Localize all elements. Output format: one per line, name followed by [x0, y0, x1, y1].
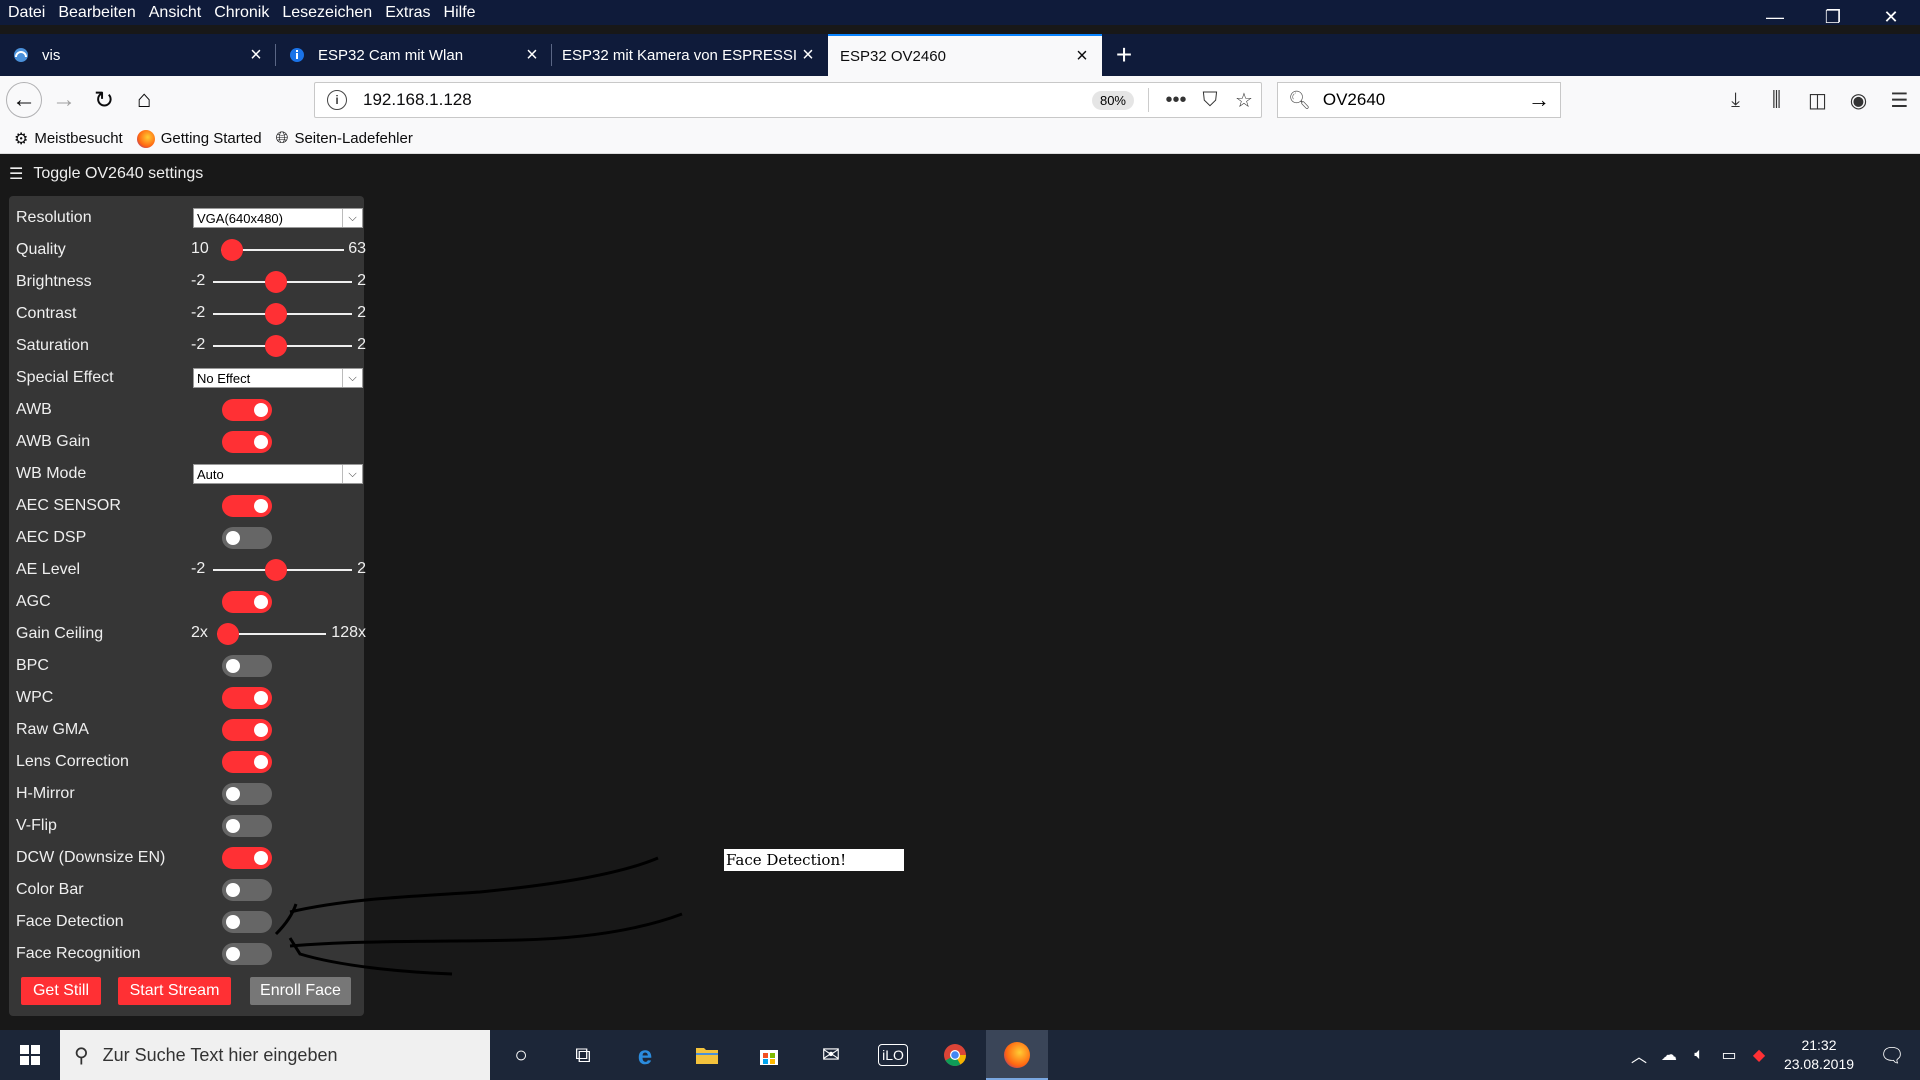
menu-bearbeiten[interactable]: Bearbeiten [58, 4, 135, 22]
taskbar: ⚲ Zur Suche Text hier eingeben ○ ⧉ e ✉ i… [0, 1030, 1920, 1080]
restore-button[interactable]: ❐ [1804, 0, 1862, 34]
close-tab-icon[interactable]: × [1072, 45, 1092, 68]
battery-icon[interactable]: ▭ [1714, 1045, 1744, 1065]
gauge-icon [12, 46, 30, 64]
gear-icon: ⚙ [14, 130, 29, 148]
bookmark-seiten-ladefehler[interactable]: 🌐︎ Seiten-Ladefehler [276, 130, 413, 148]
account-icon[interactable]: ◉ [1838, 88, 1879, 113]
bookmarks-toolbar: ⚙ Meistbesucht Getting Started 🌐︎ Seiten… [0, 124, 1920, 154]
tab-title: ESP32 mit Kamera von ESPRESSIF u [562, 46, 798, 64]
chrome-icon[interactable] [924, 1030, 986, 1080]
firefox-icon [136, 129, 155, 148]
tab-vis[interactable]: vis × [0, 34, 276, 76]
hand-drawn-arrow [274, 856, 683, 976]
edge-icon[interactable]: e [614, 1030, 676, 1080]
volume-icon[interactable]: 🔈︎ [1684, 1046, 1714, 1064]
firefox-icon [1004, 1042, 1030, 1068]
system-tray: ︿ ☁ 🔈︎ ▭ ◆ 21:32 23.08.2019 🗨︎ [1624, 1030, 1920, 1080]
ilo-icon[interactable]: iLO [862, 1030, 924, 1080]
ilo-label: iLO [878, 1044, 908, 1066]
chevron-up-icon[interactable]: ︿ [1624, 1043, 1654, 1067]
search-icon: ⚲ [74, 1044, 89, 1067]
bookmark-getting-started[interactable]: Getting Started [136, 129, 262, 148]
new-tab-icon[interactable]: + [1102, 34, 1146, 76]
home-icon[interactable]: ⌂ [126, 82, 162, 118]
tab-espressif[interactable]: ESP32 mit Kamera von ESPRESSIF u × [552, 34, 828, 76]
close-tab-icon[interactable]: × [522, 44, 542, 67]
page-content: ☰ Toggle OV2640 settings Resolution VGA(… [0, 154, 1920, 1030]
nav-bar: ← → ↻ ⌂ i 192.168.1.128 80% ••• ⛉ ☆ 🔍︎ O… [0, 76, 1920, 124]
clock[interactable]: 21:32 23.08.2019 [1774, 1036, 1864, 1074]
bookmark-meistbesucht[interactable]: ⚙ Meistbesucht [14, 129, 123, 149]
tab-title: ESP32 Cam mit Wlan [318, 46, 464, 64]
zoom-badge[interactable]: 80% [1091, 90, 1134, 110]
bookmark-label: Seiten-Ladefehler [294, 130, 413, 147]
hamburger-menu-icon[interactable]: ☰ [1879, 88, 1920, 113]
url-text[interactable]: 192.168.1.128 [363, 90, 1092, 110]
reload-icon[interactable]: ↻ [86, 82, 122, 118]
start-button[interactable] [0, 1030, 60, 1080]
cloud-icon[interactable]: ☁ [1654, 1045, 1684, 1065]
search-go-icon[interactable]: → [1528, 87, 1550, 113]
windows-logo-icon [20, 1045, 40, 1065]
more-actions-icon[interactable]: ••• [1159, 89, 1193, 112]
library-icon[interactable]: ⫼ [1756, 89, 1797, 112]
site-info-icon[interactable]: i [327, 90, 347, 110]
window-controls: — ❐ ✕ [1746, 0, 1920, 34]
forward-arrow-icon[interactable]: → [46, 82, 82, 118]
bookmark-label: Getting Started [160, 130, 262, 147]
star-bookmark-icon[interactable]: ☆ [1227, 88, 1261, 113]
toolbar-right: ⤓ ⫼ ◫ ◉ ☰ [1715, 82, 1920, 118]
tab-esp32-ov2460[interactable]: ESP32 OV2460 × [828, 34, 1102, 76]
clock-time: 21:32 [1801, 1037, 1837, 1053]
search-input[interactable]: OV2640 [1323, 90, 1528, 110]
pocket-icon[interactable]: ⛉ [1193, 89, 1227, 112]
download-icon[interactable]: ⤓ [1715, 89, 1756, 112]
clock-date: 23.08.2019 [1783, 1056, 1855, 1072]
store-icon[interactable] [738, 1030, 800, 1080]
taskbar-search[interactable]: ⚲ Zur Suche Text hier eingeben [60, 1030, 490, 1080]
info-icon [288, 46, 306, 64]
sidebar-icon[interactable]: ◫ [1797, 88, 1838, 113]
file-explorer-icon[interactable] [676, 1030, 738, 1080]
notification-icon[interactable]: 🗨︎ [1864, 1043, 1920, 1068]
menu-hilfe[interactable]: Hilfe [444, 4, 476, 22]
back-arrow-icon[interactable]: ← [6, 82, 42, 118]
tab-bar: vis × ESP32 Cam mit Wlan × ESP32 mit Kam… [0, 34, 1920, 76]
menu-bar: Datei Bearbeiten Ansicht Chronik Lesezei… [0, 0, 1920, 25]
taskbar-search-placeholder: Zur Suche Text hier eingeben [102, 1044, 338, 1065]
menu-datei[interactable]: Datei [8, 4, 45, 22]
bookmark-label: Meistbesucht [34, 130, 123, 147]
tab-esp32-cam[interactable]: ESP32 Cam mit Wlan × [276, 34, 552, 76]
search-bar[interactable]: 🔍︎ OV2640 → [1277, 82, 1561, 118]
menu-extras[interactable]: Extras [385, 4, 430, 22]
task-view-icon[interactable]: ⧉ [552, 1030, 614, 1080]
globe-icon: 🌐︎ [275, 129, 289, 147]
close-window-button[interactable]: ✕ [1862, 0, 1920, 34]
firefox-taskbar-icon[interactable] [986, 1030, 1048, 1080]
cortana-icon[interactable]: ○ [490, 1030, 552, 1080]
minimize-button[interactable]: — [1746, 0, 1804, 34]
url-bar[interactable]: i 192.168.1.128 80% ••• ⛉ ☆ [314, 82, 1262, 118]
url-divider [1148, 88, 1149, 112]
mail-icon[interactable]: ✉ [800, 1030, 862, 1080]
search-icon: 🔍︎ [1288, 89, 1311, 110]
menu-chronik[interactable]: Chronik [214, 4, 269, 22]
close-tab-icon[interactable]: × [798, 44, 818, 67]
antivirus-icon[interactable]: ◆ [1744, 1045, 1774, 1065]
tab-title: ESP32 OV2460 [840, 47, 946, 65]
tab-title: vis [42, 46, 61, 64]
close-tab-icon[interactable]: × [246, 44, 266, 67]
menu-lesezeichen[interactable]: Lesezeichen [282, 4, 372, 22]
menu-ansicht[interactable]: Ansicht [149, 4, 201, 22]
